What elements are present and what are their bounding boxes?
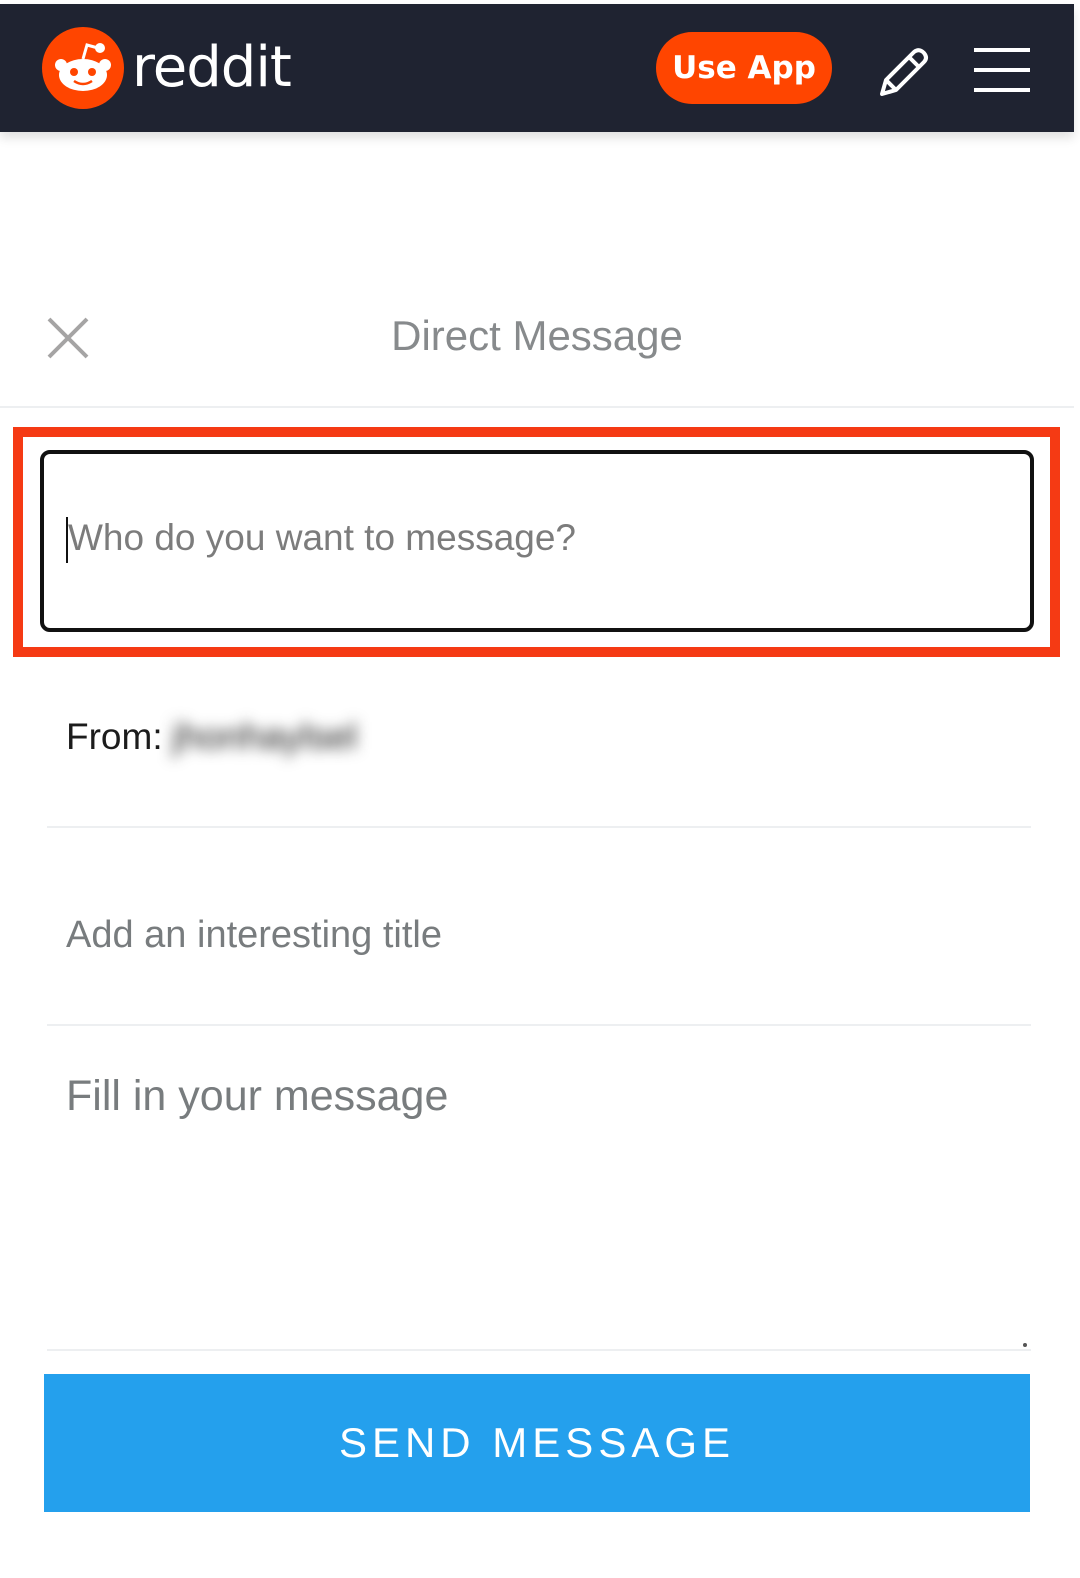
from-label: From: — [66, 716, 163, 757]
page: reddit Use App Direct Message Who do you… — [0, 0, 1080, 1578]
divider — [47, 1024, 1031, 1026]
use-app-button[interactable]: Use App — [656, 32, 832, 104]
divider — [47, 1349, 1031, 1351]
send-message-button[interactable]: SEND MESSAGE — [44, 1374, 1030, 1512]
divider — [0, 406, 1074, 408]
dialog-title: Direct Message — [391, 312, 683, 359]
reddit-logo-icon — [42, 27, 124, 109]
title-input[interactable]: Add an interesting title — [66, 914, 442, 957]
message-textarea[interactable]: Fill in your message — [66, 1072, 448, 1121]
divider — [47, 826, 1031, 828]
pencil-icon — [880, 48, 928, 96]
from-username: jhonhaylsel — [172, 716, 358, 757]
hamburger-menu-icon — [974, 48, 1030, 92]
reddit-home-link[interactable]: reddit — [42, 27, 292, 109]
reddit-wordmark: reddit — [132, 35, 292, 100]
resize-handle[interactable] — [1023, 1343, 1027, 1347]
recipient-placeholder: Who do you want to message? — [68, 517, 577, 558]
create-post-button[interactable] — [872, 42, 934, 104]
menu-button[interactable] — [970, 42, 1034, 98]
top-navigation-bar: reddit Use App — [0, 4, 1074, 132]
